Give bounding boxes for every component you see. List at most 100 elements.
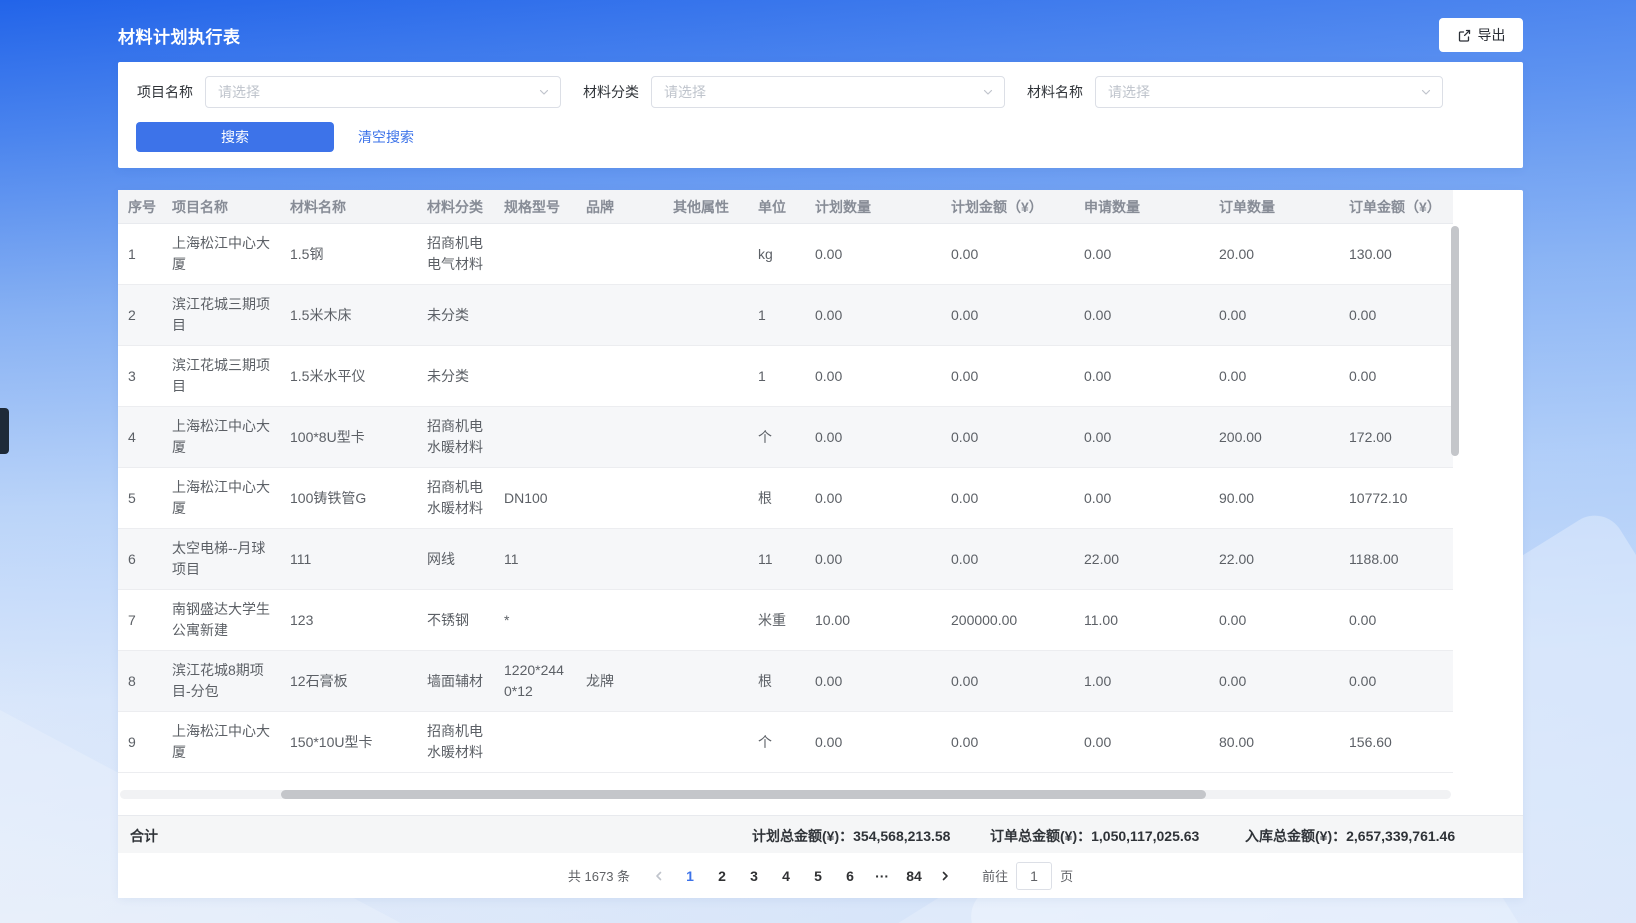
table-cell: 111 — [280, 540, 417, 579]
table-cell: 0.00 — [1074, 418, 1209, 457]
table-cell: 不锈钢 — [417, 601, 494, 640]
material-name-select[interactable]: 请选择 — [1095, 76, 1443, 108]
project-name-select[interactable]: 请选择 — [205, 76, 561, 108]
table-cell: 1 — [118, 235, 162, 274]
export-label: 导出 — [1478, 25, 1506, 45]
table-cell: 11 — [748, 540, 805, 579]
page-number-4[interactable]: 4 — [770, 862, 802, 890]
table-row: 7南钢盛达大学生公寓新建123不锈钢*米重10.00200000.0011.00… — [118, 590, 1453, 651]
table-cell: 0.00 — [941, 479, 1074, 518]
table-cell: 0.00 — [1209, 357, 1339, 396]
table-cell: 0.00 — [805, 296, 941, 335]
table-cell: 滨江花城8期项目-分包 — [162, 651, 280, 711]
table-cell: 个 — [748, 723, 805, 762]
table-cell — [663, 489, 748, 507]
table-cell: 招商机电电气材料 — [417, 224, 494, 284]
export-button[interactable]: 导出 — [1439, 18, 1523, 52]
table-panel: 序号项目名称材料名称材料分类规格型号品牌其他属性单位计划数量计划金额（¥）申请数… — [118, 190, 1523, 898]
table-cell: 滨江花城三期项目 — [162, 346, 280, 406]
material-category-select[interactable]: 请选择 — [651, 76, 1005, 108]
table-cell — [576, 367, 663, 385]
table-cell — [663, 428, 748, 446]
table-cell: 上海松江中心大厦 — [162, 712, 280, 772]
table-row: 6太空电梯--月球项目111网线11110.000.0022.0022.0011… — [118, 529, 1453, 590]
column-header: 序号 — [118, 190, 162, 223]
table-cell: 8 — [118, 662, 162, 701]
table-cell: 1 — [748, 296, 805, 335]
page-number-2[interactable]: 2 — [706, 862, 738, 890]
page-number-5[interactable]: 5 — [802, 862, 834, 890]
goto-suffix: 页 — [1060, 866, 1073, 885]
filter-label-project: 项目名称 — [137, 82, 193, 102]
table-cell: 12石膏板 — [280, 662, 417, 701]
column-header: 订单金额（¥） — [1339, 190, 1453, 223]
prev-page-button[interactable] — [644, 862, 674, 890]
table-cell: 0.00 — [805, 479, 941, 518]
table-cell: 1220*2440*12 — [494, 651, 576, 711]
column-header: 订单数量 — [1209, 190, 1339, 223]
column-header: 计划数量 — [805, 190, 941, 223]
table-cell: 0.00 — [1339, 357, 1453, 396]
vertical-scrollbar-thumb[interactable] — [1451, 226, 1459, 456]
page-number-list: 123456···84 — [674, 862, 930, 890]
table-cell: 20.00 — [1209, 235, 1339, 274]
table-row: 9上海松江中心大厦150*10U型卡招商机电水暖材料个0.000.000.008… — [118, 712, 1453, 773]
clear-search-link[interactable]: 清空搜索 — [358, 127, 414, 147]
table-cell: 网线 — [417, 540, 494, 579]
table-cell: 3 — [118, 357, 162, 396]
chevron-down-icon — [1420, 86, 1432, 98]
summary-inbound-total: 入库总金额(¥)：2,657,339,761.46 — [1245, 826, 1455, 846]
horizontal-scrollbar-thumb[interactable] — [281, 790, 1206, 799]
table-cell: 0.00 — [1074, 235, 1209, 274]
table-cell: 南钢盛达大学生公寓新建 — [162, 590, 280, 650]
next-page-button[interactable] — [930, 862, 960, 890]
table-cell — [494, 367, 576, 385]
table-cell: 0.00 — [1339, 601, 1453, 640]
table-cell — [663, 245, 748, 263]
table-cell: 招商机电水暖材料 — [417, 407, 494, 467]
table-cell: 100*8U型卡 — [280, 418, 417, 457]
table-cell: 0.00 — [805, 540, 941, 579]
table-cell: 未分类 — [417, 296, 494, 335]
filter-row: 项目名称 请选择 材料分类 请选择 材料名称 请选择 — [118, 62, 1523, 108]
column-header: 材料分类 — [417, 190, 494, 223]
table-cell — [576, 611, 663, 629]
column-header: 品牌 — [576, 190, 663, 223]
pagination-total: 共 1673 条 — [568, 866, 630, 885]
page-ellipsis[interactable]: ··· — [866, 862, 898, 890]
table-cell — [663, 550, 748, 568]
table-header-row: 序号项目名称材料名称材料分类规格型号品牌其他属性单位计划数量计划金额（¥）申请数… — [118, 190, 1453, 224]
select-placeholder: 请选择 — [218, 82, 260, 102]
page-number-3[interactable]: 3 — [738, 862, 770, 890]
table-cell — [494, 245, 576, 263]
table-cell: 0.00 — [941, 540, 1074, 579]
table-cell: 0.00 — [941, 235, 1074, 274]
table-cell — [576, 550, 663, 568]
page-number-84[interactable]: 84 — [898, 862, 930, 890]
column-header: 规格型号 — [494, 190, 576, 223]
table-cell — [494, 306, 576, 324]
table-cell — [663, 672, 748, 690]
table-body: 1上海松江中心大厦1.5钢招商机电电气材料kg0.000.000.0020.00… — [118, 224, 1523, 773]
page-number-6[interactable]: 6 — [834, 862, 866, 890]
table-cell: 0.00 — [1339, 296, 1453, 335]
table-cell: 11 — [494, 540, 576, 579]
page-title: 材料计划执行表 — [118, 23, 241, 48]
table-cell — [663, 611, 748, 629]
table-cell: 招商机电水暖材料 — [417, 468, 494, 528]
table-cell — [576, 245, 663, 263]
table-cell — [494, 428, 576, 446]
pagination: 共 1673 条 123456···84 前往 页 — [118, 853, 1523, 898]
chevron-down-icon — [538, 86, 550, 98]
page-number-1[interactable]: 1 — [674, 862, 706, 890]
table-cell: 150*10U型卡 — [280, 723, 417, 762]
table-cell: 0.00 — [1339, 662, 1453, 701]
goto-page-input[interactable] — [1016, 862, 1052, 890]
drawer-handle[interactable] — [0, 408, 9, 454]
select-placeholder: 请选择 — [664, 82, 706, 102]
table-cell: 10772.10 — [1339, 479, 1453, 518]
search-button[interactable]: 搜索 — [136, 122, 334, 152]
table-cell: 0.00 — [1074, 296, 1209, 335]
column-header: 计划金额（¥） — [941, 190, 1074, 223]
table-cell — [576, 489, 663, 507]
